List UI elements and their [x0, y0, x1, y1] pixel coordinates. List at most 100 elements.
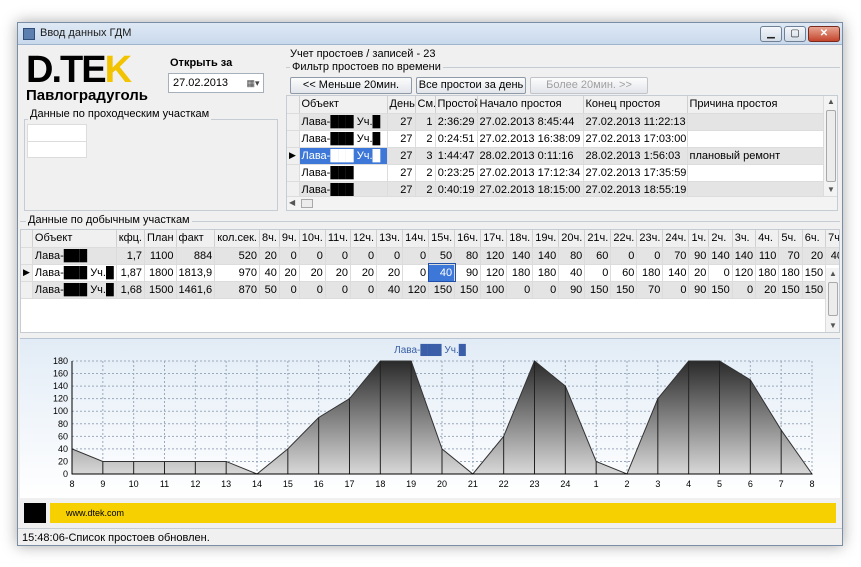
mining-cell-hour[interactable]: 20 — [325, 264, 352, 282]
mining-cell-hour[interactable]: 0 — [532, 281, 560, 299]
cell-start[interactable]: 27.02.2013 8:45:44 — [477, 113, 584, 131]
col-day[interactable]: День — [387, 96, 416, 114]
col-start[interactable]: Начало простоя — [477, 96, 584, 114]
mining-cell-hour[interactable]: 0 — [708, 264, 733, 282]
mining-cell-hour[interactable]: 180 — [532, 264, 560, 282]
mining-cell-hour[interactable]: 0 — [279, 281, 300, 299]
mining-col-11[interactable]: 14ч. — [402, 230, 430, 248]
downtime-row[interactable]: Лава-███ 27 2 0:23:25 27.02.2013 17:12:3… — [287, 164, 826, 182]
mining-col-28[interactable]: 7ч. — [825, 230, 839, 248]
mining-cell-hour[interactable]: 90 — [688, 281, 710, 299]
mining-grid[interactable]: Объект кфц. План факт кол.сек. 8ч. 9ч. 10ч. 11ч.… — [20, 229, 840, 333]
cell-reason[interactable]: плановый ремонт — [687, 147, 826, 165]
cell-end[interactable]: 28.02.2013 1:56:03 — [583, 147, 688, 165]
mining-cell-hour[interactable]: 150 — [802, 281, 827, 299]
cell-end[interactable]: 27.02.2013 17:35:59 — [583, 164, 688, 182]
mining-cell-hour[interactable]: 0 — [376, 247, 404, 265]
mining-cell-sec[interactable]: 970 — [214, 264, 260, 282]
downtime-row-selected[interactable]: ▶ Лава-███ Уч.█ 27 3 1:44:47 28.02.2013 … — [287, 147, 826, 165]
mining-col-20[interactable]: 23ч. — [636, 230, 664, 248]
mining-row[interactable]: Лава-███ 1,7 1100 884 520 20 0 0 0 0 0 0 50 80 120 140 1… — [21, 247, 839, 265]
mining-col-25[interactable]: 4ч. — [755, 230, 780, 248]
mining-col-3[interactable]: факт — [176, 230, 216, 248]
mining-cell-hour[interactable]: 0 — [402, 264, 430, 282]
downtime-row[interactable]: Лава-███ Уч.█ 27 2 0:24:51 27.02.2013 16… — [287, 130, 826, 148]
cell-object[interactable]: Лава-███ Уч.█ — [299, 130, 388, 148]
mining-cell-hour[interactable]: 0 — [402, 247, 430, 265]
mining-cell-sec[interactable]: 870 — [214, 281, 260, 299]
mining-cell-obj[interactable]: Лава-███ — [32, 247, 117, 265]
mining-cell-hour[interactable]: 80 — [558, 247, 586, 265]
mining-cell-hour[interactable]: 0 — [506, 281, 534, 299]
mining-col-5[interactable]: 8ч. — [259, 230, 280, 248]
downtime-grid[interactable]: Объект День См. Простой Начало простоя К… — [286, 95, 838, 211]
mining-cell-hour[interactable]: 0 — [584, 264, 612, 282]
less-20-button[interactable]: << Меньше 20мин. — [290, 77, 412, 94]
downtime-vscroll[interactable]: ▲ ▼ — [823, 96, 837, 196]
mining-cell-hour[interactable]: 120 — [480, 247, 508, 265]
mining-cell-hour[interactable]: 40 — [825, 247, 839, 265]
scroll-left-icon[interactable]: ◀ — [289, 198, 299, 207]
mining-cell-hour[interactable]: 90 — [454, 264, 482, 282]
mining-cell-hour[interactable]: 0 — [350, 247, 378, 265]
mining-cell-plan[interactable]: 1800 — [144, 264, 177, 282]
footer-url[interactable]: www.dtek.com — [66, 508, 124, 518]
cell-shift[interactable]: 2 — [415, 130, 436, 148]
mining-col-2[interactable]: План — [144, 230, 177, 248]
col-shift[interactable]: См. — [415, 96, 436, 114]
mining-cell-hour[interactable]: 40 — [376, 281, 404, 299]
mining-cell-fact[interactable]: 1813,9 — [176, 264, 216, 282]
mining-cell-hour[interactable]: 20 — [279, 264, 300, 282]
cell-day[interactable]: 27 — [387, 130, 416, 148]
mining-cell-hour[interactable]: 0 — [325, 281, 352, 299]
hscroll-thumb[interactable] — [301, 199, 313, 208]
cell-start[interactable]: 27.02.2013 17:12:34 — [477, 164, 584, 182]
mining-cell-k[interactable]: 1,68 — [116, 281, 146, 299]
mining-cell-hour[interactable]: 20 — [688, 264, 710, 282]
col-object[interactable]: Объект — [299, 96, 388, 114]
mining-cell-hour[interactable]: 0 — [299, 247, 326, 265]
mining-cell-hour[interactable]: 110 — [755, 247, 780, 265]
calendar-dropdown-icon[interactable]: ▦▾ — [245, 76, 261, 90]
mining-col-21[interactable]: 24ч. — [662, 230, 690, 248]
mining-col-26[interactable]: 5ч. — [778, 230, 803, 248]
mining-cell-hour[interactable]: 60 — [584, 247, 612, 265]
cell-shift[interactable]: 3 — [415, 147, 436, 165]
mining-cell-hour[interactable]: 0 — [636, 247, 664, 265]
mining-cell-hour[interactable]: 0 — [732, 281, 757, 299]
mining-cell-obj[interactable]: Лава-███ Уч.█ — [32, 281, 117, 299]
scroll-thumb[interactable] — [828, 282, 838, 316]
mining-cell-hour[interactable]: 180 — [755, 264, 780, 282]
cell-day[interactable]: 27 — [387, 164, 416, 182]
cell-duration[interactable]: 0:24:51 — [435, 130, 478, 148]
mining-cell-hour[interactable]: 40 — [558, 264, 586, 282]
mining-col-18[interactable]: 21ч. — [584, 230, 612, 248]
mining-cell-fact[interactable]: 1461,6 — [176, 281, 216, 299]
col-reason[interactable]: Причина простоя — [687, 96, 826, 114]
minimize-button[interactable]: ▁ — [760, 26, 782, 42]
mining-cell-plan[interactable]: 1100 — [144, 247, 177, 265]
mining-col-19[interactable]: 22ч. — [610, 230, 638, 248]
mining-col-4[interactable]: кол.сек. — [214, 230, 260, 248]
mining-cell-sec[interactable]: 520 — [214, 247, 260, 265]
cell-reason[interactable] — [687, 130, 826, 148]
mining-cell-hour[interactable]: 20 — [350, 264, 378, 282]
scroll-thumb[interactable] — [826, 110, 836, 182]
mining-col-16[interactable]: 19ч. — [532, 230, 560, 248]
mining-cell-hour[interactable]: 70 — [778, 247, 803, 265]
mining-cell-hour[interactable]: 20 — [259, 247, 280, 265]
close-button[interactable]: ✕ — [808, 26, 840, 42]
mining-cell-hour[interactable]: 150 — [610, 281, 638, 299]
scroll-down-icon[interactable]: ▼ — [826, 320, 839, 332]
mining-cell-hour[interactable]: 150 — [584, 281, 612, 299]
mining-col-12[interactable]: 15ч. — [428, 230, 456, 248]
mining-cell-hour[interactable]: 20 — [376, 264, 404, 282]
cell-end[interactable]: 27.02.2013 17:03:00 — [583, 130, 688, 148]
mining-col-14[interactable]: 17ч. — [480, 230, 508, 248]
mining-col-7[interactable]: 10ч. — [299, 230, 326, 248]
mining-cell-k[interactable]: 1,7 — [116, 247, 146, 265]
cell-day[interactable]: 27 — [387, 147, 416, 165]
cell-object[interactable]: Лава-███ — [299, 164, 388, 182]
mining-cell-hour[interactable]: 180 — [506, 264, 534, 282]
mining-cell-hour[interactable]: 180 — [636, 264, 664, 282]
